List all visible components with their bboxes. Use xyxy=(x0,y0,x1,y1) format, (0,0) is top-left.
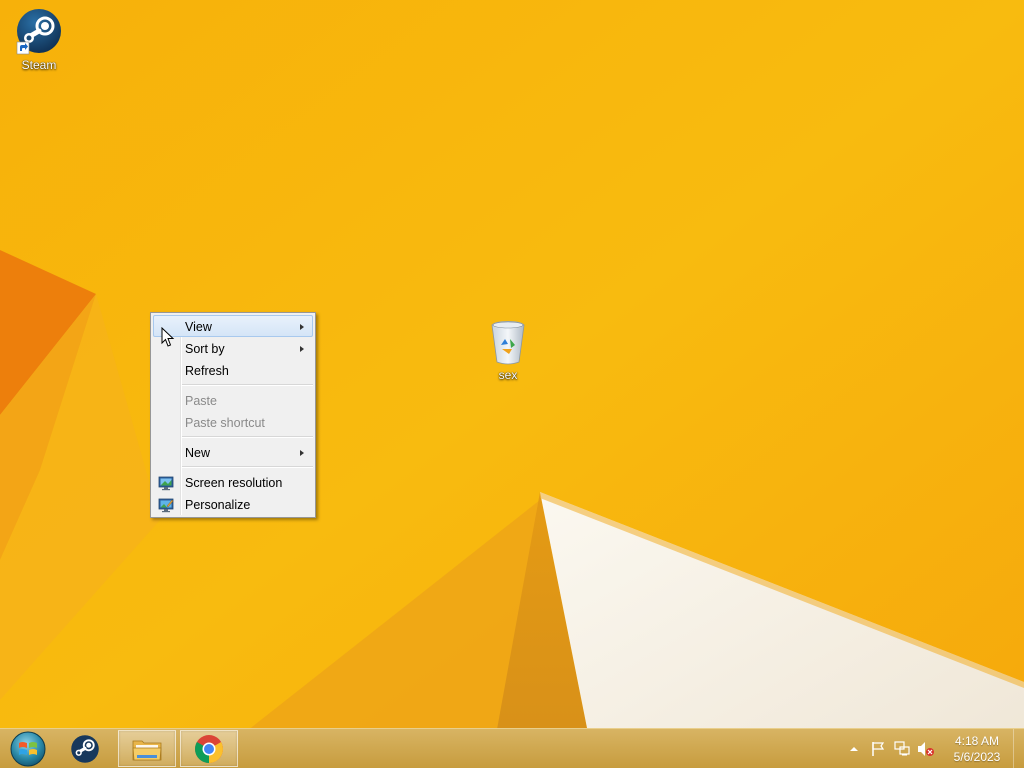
menu-item-paste-shortcut[interactable]: Paste shortcut xyxy=(153,411,313,433)
network-button[interactable] xyxy=(890,737,914,761)
menu-item-label: New xyxy=(185,446,211,460)
menu-item-label: Paste xyxy=(185,394,217,408)
menu-item-screen-resolution[interactable]: Screen resolution xyxy=(153,471,313,493)
submenu-arrow-icon xyxy=(300,346,304,352)
flag-icon xyxy=(872,741,885,756)
folder-icon xyxy=(132,740,162,760)
steam-icon xyxy=(71,734,99,763)
menu-item-sort-by[interactable]: Sort by xyxy=(153,337,313,359)
system-tray: 4:18 AM 5/6/2023 xyxy=(842,729,1024,768)
menu-item-new[interactable]: New xyxy=(153,441,313,463)
start-button[interactable] xyxy=(0,730,56,767)
mouse-pointer-icon xyxy=(161,327,175,347)
taskbar: 4:18 AM 5/6/2023 xyxy=(0,728,1024,768)
desktop-icon-recycle-bin[interactable]: sex xyxy=(470,318,546,382)
show-hidden-icons-button[interactable] xyxy=(842,737,866,761)
menu-item-label: Refresh xyxy=(185,364,229,378)
desktop[interactable]: Steam sex View Sort by Refresh Paste Pas… xyxy=(0,0,1024,768)
speaker-muted-icon xyxy=(918,741,934,756)
desktop-icon-label: sex xyxy=(498,368,518,382)
volume-button[interactable] xyxy=(914,737,938,761)
menu-item-label: View xyxy=(185,320,212,334)
submenu-arrow-icon xyxy=(300,450,304,456)
clock-time: 4:18 AM xyxy=(954,733,1000,748)
taskbar-clock[interactable]: 4:18 AM 5/6/2023 xyxy=(942,733,1012,765)
chrome-icon xyxy=(195,734,223,763)
clock-date: 5/6/2023 xyxy=(953,749,1001,764)
chevron-up-icon xyxy=(850,746,858,751)
menu-item-paste[interactable]: Paste xyxy=(153,389,313,411)
menu-separator xyxy=(182,466,313,468)
menu-separator xyxy=(182,436,313,438)
taskbar-button-steam[interactable] xyxy=(56,730,114,767)
taskbar-button-chrome[interactable] xyxy=(180,730,238,767)
desktop-icon-steam[interactable]: Steam xyxy=(1,8,77,72)
desktop-icon-label: Steam xyxy=(21,58,57,72)
monitor-icon xyxy=(158,476,174,491)
steam-icon xyxy=(16,9,61,55)
menu-separator xyxy=(182,384,313,386)
action-center-button[interactable] xyxy=(866,737,890,761)
menu-item-label: Personalize xyxy=(185,498,251,512)
taskbar-button-file-explorer[interactable] xyxy=(118,730,176,767)
menu-item-label: Sort by xyxy=(185,342,225,356)
show-desktop-button[interactable] xyxy=(1013,729,1024,768)
menu-item-label: Paste shortcut xyxy=(185,416,265,430)
recycle-bin-icon xyxy=(491,321,525,365)
menu-item-refresh[interactable]: Refresh xyxy=(153,359,313,381)
personalize-icon xyxy=(158,498,174,513)
menu-item-label: Screen resolution xyxy=(185,476,283,490)
submenu-arrow-icon xyxy=(300,324,304,330)
start-orb-icon xyxy=(10,731,46,766)
network-icon xyxy=(894,740,910,755)
menu-item-personalize[interactable]: Personalize xyxy=(153,493,313,515)
menu-item-view[interactable]: View xyxy=(153,315,313,337)
